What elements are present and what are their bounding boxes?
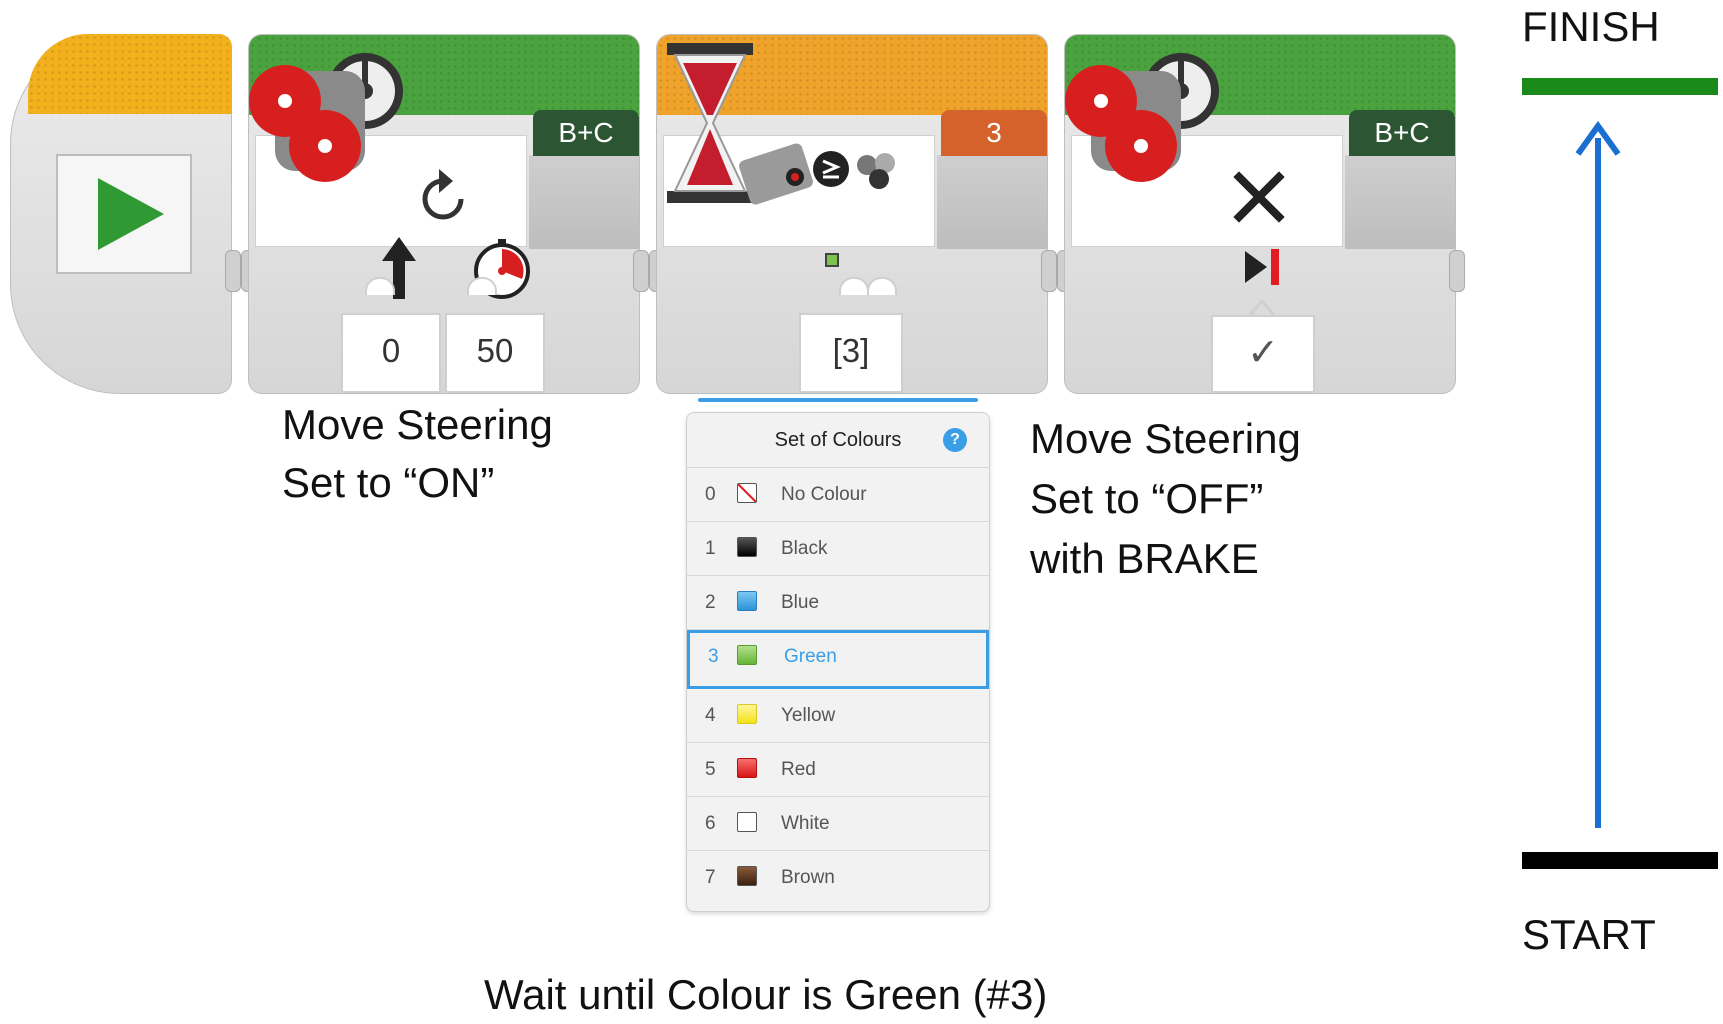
blue-swatch: [737, 591, 757, 611]
colour-option-green[interactable]: 3 Green: [687, 630, 989, 689]
move-off-label-line2: Set to “OFF”: [1030, 475, 1264, 522]
connector: [225, 250, 241, 292]
connector: [633, 250, 649, 292]
port-tab[interactable]: 3: [941, 110, 1047, 156]
help-icon[interactable]: ?: [943, 428, 967, 452]
black-swatch: [737, 537, 757, 557]
play-button[interactable]: [56, 154, 192, 274]
palette-header: Set of Colours ?: [687, 413, 989, 468]
play-icon: [98, 178, 164, 250]
wait-colour-block[interactable]: 3 [3]: [656, 34, 1048, 394]
off-x-icon: [1233, 171, 1285, 223]
colour-option-black[interactable]: 1 Black: [687, 522, 989, 576]
colours-input[interactable]: [3]: [799, 313, 903, 393]
move-off-label-line3: with BRAKE: [1030, 535, 1259, 582]
direction-input[interactable]: 0: [341, 313, 441, 393]
move-off-label-line1: Move Steering: [1030, 415, 1301, 462]
green-indicator: [825, 253, 839, 267]
palette-title: Set of Colours: [774, 429, 902, 451]
motor-icon: [249, 53, 403, 182]
colour-option-yellow[interactable]: 4 Yellow: [687, 689, 989, 743]
yellow-swatch: [737, 704, 757, 724]
port-tab[interactable]: B+C: [1349, 110, 1455, 156]
white-swatch: [737, 812, 757, 832]
brake-input[interactable]: ✓: [1211, 315, 1315, 393]
no-colour-swatch-icon: [737, 483, 757, 503]
move-steering-block-off[interactable]: B+C ✓: [1064, 34, 1456, 394]
brown-swatch: [737, 866, 757, 886]
port-tab[interactable]: B+C: [533, 110, 639, 156]
colour-palette[interactable]: Set of Colours ? 0 No Colour 1 Black 2 B…: [686, 412, 990, 912]
colour-option-no-colour[interactable]: 0 No Colour: [687, 468, 989, 522]
colour-option-red[interactable]: 5 Red: [687, 743, 989, 797]
up-arrow-icon: [1575, 120, 1621, 828]
finish-label: FINISH: [1522, 3, 1660, 50]
power-input[interactable]: 50: [445, 313, 545, 393]
motor-icon: [1065, 53, 1219, 182]
move-on-label-line2: Set to “ON”: [282, 459, 495, 506]
move-on-label-line1: Move Steering: [282, 401, 553, 448]
colour-option-white[interactable]: 6 White: [687, 797, 989, 851]
compare-icon: [813, 151, 849, 187]
connector: [1041, 250, 1057, 292]
rotate-icon: [422, 169, 464, 220]
brake-icon: [1245, 249, 1279, 285]
start-label: START: [1522, 911, 1656, 958]
notch-arrow-icon: [1248, 298, 1276, 316]
start-block[interactable]: [10, 34, 232, 394]
connector: [1449, 250, 1465, 292]
finish-line: [1522, 78, 1718, 95]
red-swatch: [737, 758, 757, 778]
wait-caption: Wait until Colour is Green (#3): [484, 971, 1048, 1018]
start-line: [1522, 852, 1718, 869]
colour-set-icon: [857, 153, 895, 189]
green-swatch: [737, 645, 757, 665]
colour-option-brown[interactable]: 7 Brown: [687, 851, 989, 904]
colour-option-blue[interactable]: 2 Blue: [687, 576, 989, 630]
palette-pointer: [698, 398, 978, 402]
move-steering-block-on[interactable]: B+C 0 50: [248, 34, 640, 394]
